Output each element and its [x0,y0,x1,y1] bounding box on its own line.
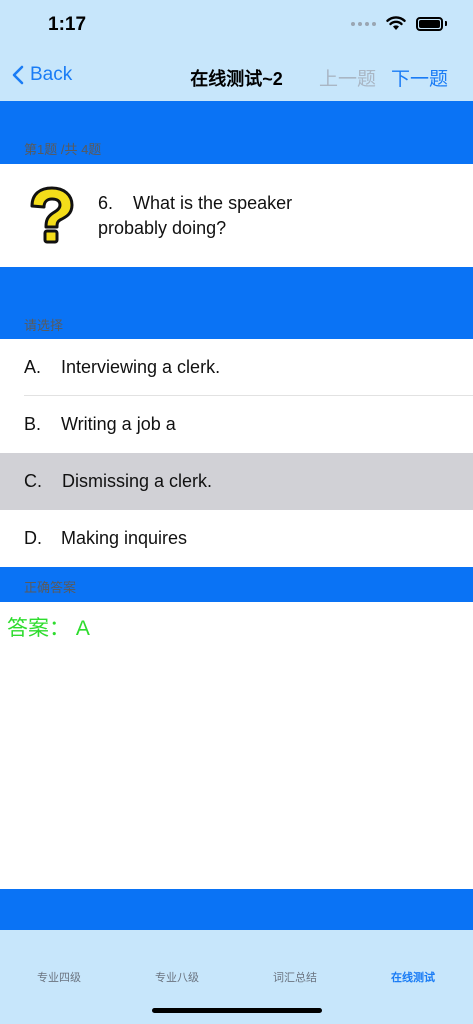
battery-icon [416,16,443,31]
bottom-band [0,889,473,930]
status-icons [351,16,447,31]
option-text: Interviewing a clerk. [61,357,221,377]
option-b[interactable]: B. Writing a job a [0,396,473,453]
option-d[interactable]: D. Making inquires [0,510,473,567]
cellular-signal-icon [351,21,376,26]
tab-level-eight[interactable]: 专业八级 [127,969,227,985]
option-a[interactable]: A. Interviewing a clerk. [0,339,473,396]
options-header-band: 请选择 [0,267,473,339]
navigation-bar: Back 在线测试~2 上一题 下一题 [0,52,473,101]
question-body: What is the speaker probably doing? [98,193,293,238]
answer-header-label: 正确答案 [24,580,77,595]
tab-online-test[interactable]: 在线测试 [363,969,463,985]
home-indicator [152,1008,322,1013]
tab-level-four[interactable]: 专业四级 [9,969,109,985]
question-header-band: 第1题 /共 4题 [0,101,473,164]
tab-vocabulary-summary[interactable]: 词汇总结 [245,969,345,985]
option-c[interactable]: C. Dismissing a clerk. [0,453,473,510]
previous-question-button[interactable]: 上一题 [319,64,376,91]
option-text: Making inquires [61,528,188,548]
option-text: Writing a job a [61,414,176,434]
answer-header-band: 正确答案 [0,567,473,602]
question-text: 6. What is the speaker probably doing? [98,191,338,241]
option-letter: B. [24,414,42,434]
option-letter: D. [24,528,42,548]
option-text: Dismissing a clerk. [62,471,213,491]
next-question-button[interactable]: 下一题 [391,64,448,91]
question-progress-label: 第1题 /共 4题 [24,142,102,157]
back-label: Back [30,64,73,85]
correct-answer-text: 答案： A [7,617,90,640]
chevron-left-icon [12,65,24,85]
status-bar: 1:17 [0,0,473,52]
question-number: 6. [98,193,114,213]
options-header-label: 请选择 [24,318,64,333]
wifi-icon [386,16,406,30]
question-mark-icon [30,186,74,244]
option-letter: A. [24,357,42,377]
back-button[interactable]: Back [12,64,72,86]
status-time: 1:17 [48,14,87,35]
question-card: 6. What is the speaker probably doing? [0,164,473,267]
option-letter: C. [24,471,42,491]
battery-tip [445,21,447,26]
